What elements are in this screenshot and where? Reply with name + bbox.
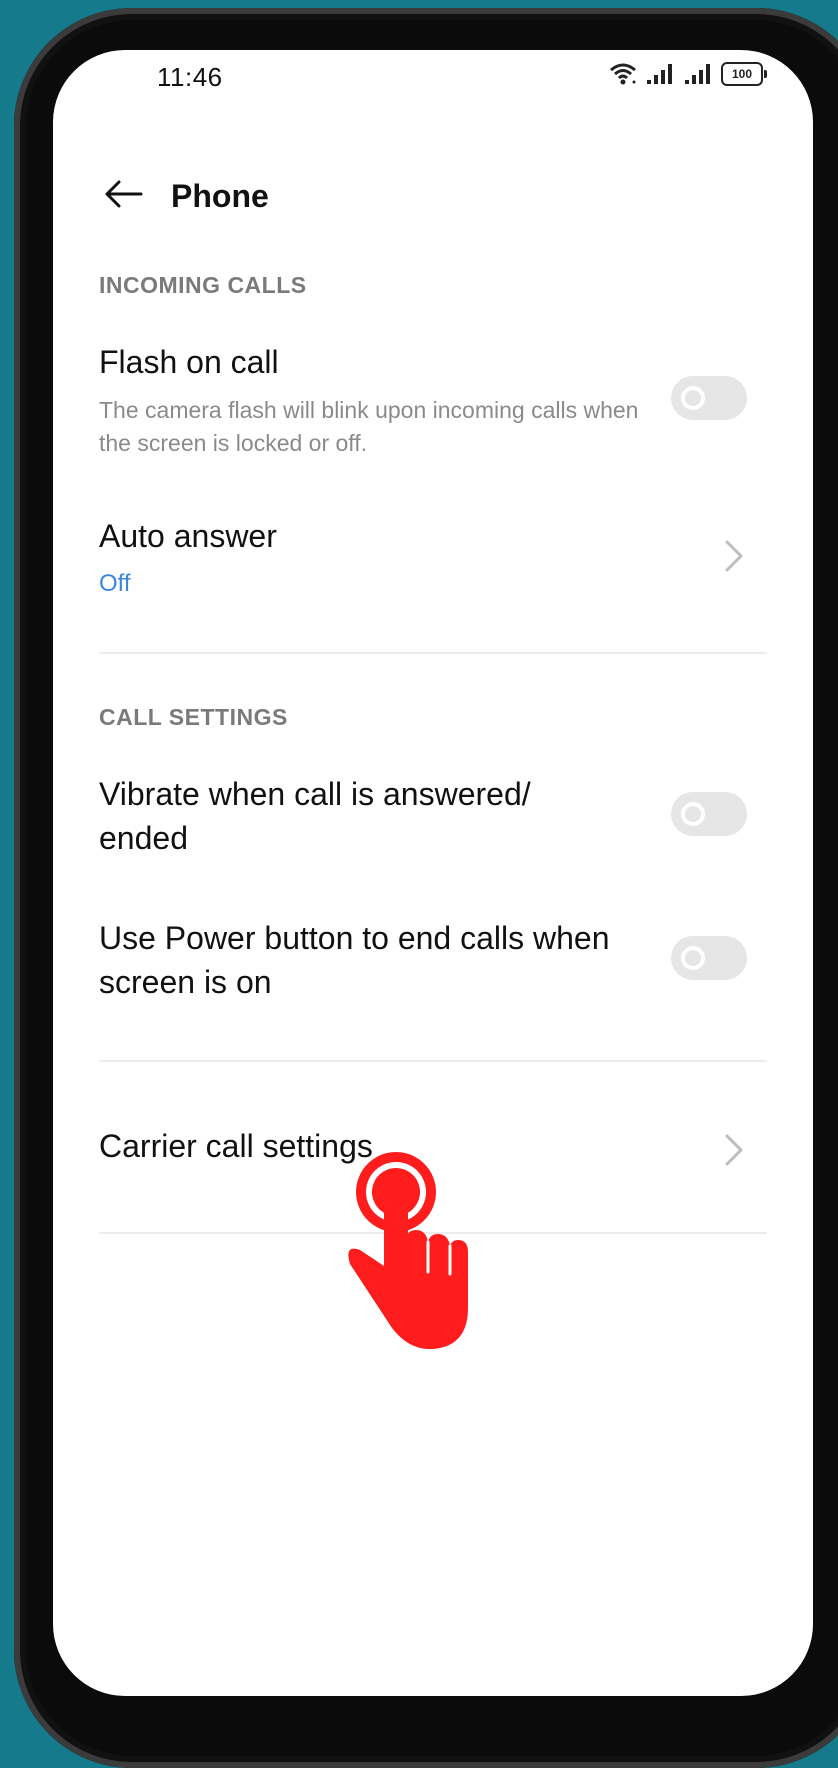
vibrate-on-answer-toggle[interactable] bbox=[671, 792, 747, 836]
toggle-knob bbox=[681, 386, 705, 410]
divider bbox=[99, 1060, 767, 1062]
back-button[interactable] bbox=[93, 164, 153, 224]
page-title: Phone bbox=[171, 178, 269, 214]
flash-on-call-toggle[interactable] bbox=[671, 376, 747, 420]
status-icons: 100 bbox=[609, 62, 767, 86]
setting-vibrate-on-answer[interactable]: Vibrate when call is answered/ ended bbox=[99, 772, 759, 860]
setting-title: Use Power button to end calls when scree… bbox=[99, 920, 610, 1000]
signal-icon bbox=[647, 64, 672, 84]
battery-icon: 100 bbox=[721, 62, 767, 86]
signal-icon bbox=[685, 64, 710, 84]
section-header-call-settings: CALL SETTINGS bbox=[99, 704, 288, 730]
setting-title: Vibrate when call is answered/ ended bbox=[99, 776, 531, 856]
setting-flash-on-call[interactable]: Flash on call The camera flash will blin… bbox=[99, 340, 759, 460]
toggle-knob bbox=[681, 946, 705, 970]
chevron-right-icon bbox=[721, 1130, 747, 1170]
status-bar: 11:46 100 bbox=[53, 50, 813, 130]
phone-screen: 11:46 100 Phone INCOMING CALLS Flash on … bbox=[53, 50, 813, 1696]
setting-title: Flash on call bbox=[99, 344, 279, 380]
setting-subtitle: The camera flash will blink upon incomin… bbox=[99, 397, 639, 456]
toggle-knob bbox=[681, 802, 705, 826]
setting-title: Auto answer bbox=[99, 518, 277, 554]
setting-power-button-end-call[interactable]: Use Power button to end calls when scree… bbox=[99, 916, 759, 1004]
power-button-end-call-toggle[interactable] bbox=[671, 936, 747, 980]
chevron-right-icon bbox=[721, 536, 747, 576]
wifi-icon bbox=[610, 63, 636, 85]
section-header-incoming-calls: INCOMING CALLS bbox=[99, 272, 307, 298]
setting-value: Off bbox=[99, 570, 131, 597]
arrow-left-icon bbox=[105, 180, 143, 208]
status-time: 11:46 bbox=[157, 62, 223, 92]
app-header: Phone bbox=[53, 160, 813, 230]
divider bbox=[99, 652, 767, 654]
setting-auto-answer[interactable]: Auto answer Off bbox=[99, 514, 759, 598]
tap-hand-icon bbox=[348, 1152, 468, 1350]
